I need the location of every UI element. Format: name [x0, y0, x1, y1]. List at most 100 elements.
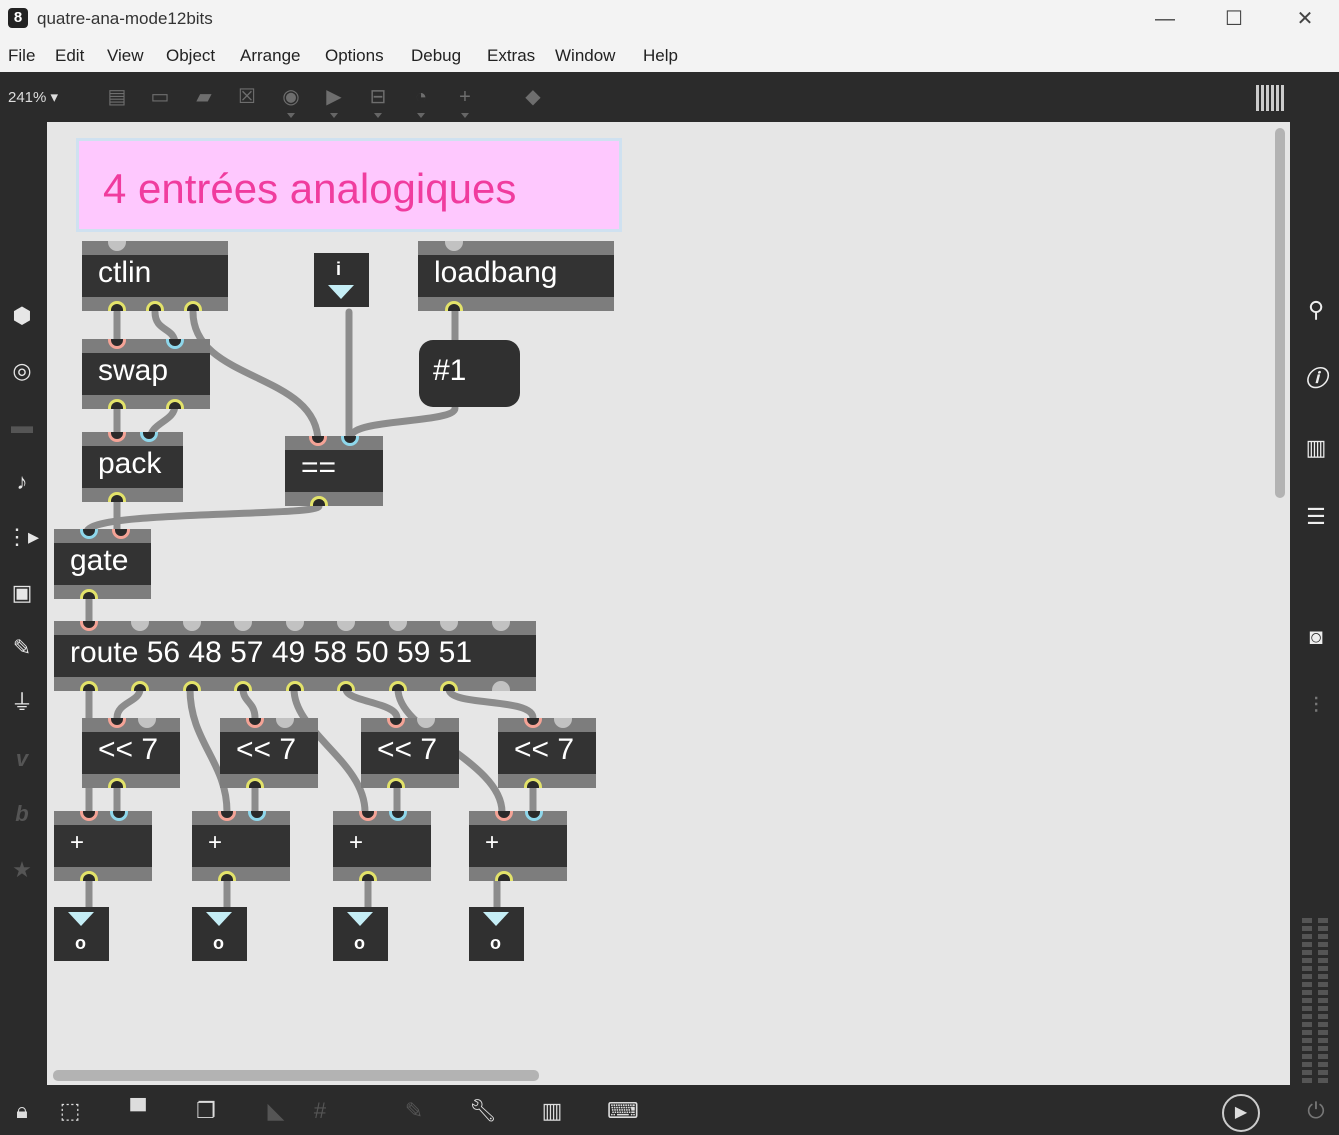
- menu-arrange[interactable]: Arrange: [240, 46, 300, 66]
- search-icon[interactable]: ⚲: [1300, 294, 1332, 326]
- message-box-icon[interactable]: ▭: [147, 84, 173, 110]
- shift-object-2[interactable]: << 7: [220, 718, 318, 788]
- max-app-icon: 8: [8, 8, 28, 28]
- list-icon[interactable]: ☰: [1300, 501, 1332, 533]
- circle-target-icon[interactable]: ◎: [6, 355, 38, 387]
- plug-icon[interactable]: ⏚: [6, 687, 38, 719]
- select-icon[interactable]: ⬚: [56, 1097, 84, 1125]
- button-icon[interactable]: ◉: [278, 84, 304, 110]
- object-box-icon[interactable]: ▤: [104, 84, 130, 110]
- horizontal-scrollbar[interactable]: [53, 1070, 539, 1081]
- star-icon[interactable]: ★: [6, 854, 38, 886]
- shift-label: << 7: [377, 733, 438, 766]
- camera-icon[interactable]: ◙: [1300, 621, 1332, 653]
- message-label: #1: [433, 354, 467, 387]
- menu-view[interactable]: View: [107, 46, 144, 66]
- chevron-down-icon: [287, 113, 295, 118]
- menu-bar: File Edit View Object Arrange Options De…: [0, 40, 1339, 72]
- lock-icon[interactable]: 🔒︎: [8, 1097, 36, 1125]
- swap-object[interactable]: swap: [82, 339, 210, 409]
- paperclip-icon[interactable]: ✎: [6, 632, 38, 664]
- menu-help[interactable]: Help: [643, 46, 678, 66]
- book-icon[interactable]: ▥: [1300, 432, 1332, 464]
- menu-options[interactable]: Options: [325, 46, 384, 66]
- gate-label: gate: [70, 544, 129, 577]
- minimize-button[interactable]: —: [1145, 6, 1185, 32]
- zoom-select[interactable]: 241% ▾: [8, 88, 58, 106]
- route-object[interactable]: route 56 48 57 49 58 50 59 51: [54, 621, 536, 691]
- plus-label: +: [70, 829, 85, 856]
- plus-object-4[interactable]: +: [469, 811, 567, 881]
- number-value: o: [75, 933, 86, 953]
- plus-label: +: [349, 829, 364, 856]
- comment-icon[interactable]: ▰: [191, 84, 217, 110]
- patcher-canvas[interactable]: 4 entrées analogiques ctlin i loadbang #…: [47, 122, 1290, 1085]
- shift-label: << 7: [98, 733, 159, 766]
- dial-icon[interactable]: ◔: [408, 84, 434, 110]
- chevron-down-icon: [417, 113, 425, 118]
- hide-icon[interactable]: ◣: [262, 1097, 290, 1125]
- b-icon[interactable]: b: [6, 798, 38, 830]
- gate-object[interactable]: gate: [54, 529, 151, 599]
- maximize-button[interactable]: ☐: [1214, 6, 1254, 32]
- mixer-icon[interactable]: ⫶: [1300, 690, 1332, 722]
- triangle-icon: [347, 912, 373, 926]
- power-icon[interactable]: ⏻: [1302, 1097, 1330, 1125]
- title-comment[interactable]: 4 entrées analogiques: [76, 138, 622, 232]
- keyboard-icon[interactable]: ⌨: [607, 1097, 639, 1125]
- v-icon[interactable]: v: [6, 743, 38, 775]
- plus-object-2[interactable]: +: [192, 811, 290, 881]
- plus-label: +: [485, 829, 500, 856]
- ctlin-object[interactable]: ctlin: [82, 241, 228, 311]
- swap-label: swap: [98, 354, 169, 387]
- music-note-icon[interactable]: ♪: [6, 466, 38, 498]
- menu-extras[interactable]: Extras: [487, 46, 535, 66]
- add-icon[interactable]: +: [452, 84, 478, 110]
- pack-object[interactable]: pack: [82, 432, 183, 502]
- loadbang-object[interactable]: loadbang: [418, 241, 614, 311]
- menu-object[interactable]: Object: [166, 46, 215, 66]
- grid-view-icon[interactable]: [1256, 85, 1286, 111]
- output-number-box-2[interactable]: o: [192, 907, 247, 961]
- piano-icon[interactable]: ▥: [538, 1097, 566, 1125]
- number-value: o: [490, 933, 501, 953]
- plus-object-3[interactable]: +: [333, 811, 431, 881]
- output-number-box-3[interactable]: o: [333, 907, 388, 961]
- slider-icon[interactable]: ⊟: [365, 84, 391, 110]
- toggle-icon[interactable]: ☒: [234, 84, 260, 110]
- ctlin-label: ctlin: [98, 256, 152, 289]
- plus-object-1[interactable]: +: [54, 811, 152, 881]
- close-button[interactable]: ✕: [1285, 6, 1325, 32]
- playbar-icon[interactable]: ▶: [321, 84, 347, 110]
- attach-icon[interactable]: ✎: [400, 1097, 428, 1125]
- media-icon[interactable]: ▬: [6, 410, 38, 442]
- step-icon[interactable]: ⋮▸: [6, 521, 39, 553]
- level-meter-left: [1302, 918, 1312, 1083]
- paint-icon[interactable]: ◆: [520, 84, 546, 110]
- output-number-box-4[interactable]: o: [469, 907, 524, 961]
- menu-edit[interactable]: Edit: [55, 46, 84, 66]
- shift-object-1[interactable]: << 7: [82, 718, 180, 788]
- shift-label: << 7: [236, 733, 297, 766]
- menu-debug[interactable]: Debug: [411, 46, 461, 66]
- play-icon[interactable]: ▶: [1222, 1094, 1260, 1132]
- info-icon[interactable]: ⓘ: [1300, 363, 1332, 395]
- title-comment-text: 4 entrées analogiques: [103, 165, 517, 212]
- image-icon[interactable]: ▣: [6, 577, 38, 609]
- vertical-scrollbar[interactable]: [1275, 128, 1285, 498]
- shift-object-3[interactable]: << 7: [361, 718, 459, 788]
- menu-file[interactable]: File: [8, 46, 35, 66]
- presentation-icon[interactable]: ▀: [124, 1097, 152, 1125]
- int-number-box[interactable]: i: [314, 253, 369, 307]
- message-box[interactable]: #1: [419, 340, 520, 407]
- grid-icon[interactable]: #: [306, 1097, 334, 1125]
- bottom-toolbar: 🔒︎ ⬚ ▀ ❐ ◣ # ✎ 🔧︎ ▥ ⌨ ▶ ⏻: [0, 1085, 1339, 1135]
- menu-window[interactable]: Window: [555, 46, 615, 66]
- equals-object[interactable]: ==: [285, 436, 383, 506]
- wrench-icon[interactable]: 🔧︎: [469, 1097, 497, 1125]
- windows-icon[interactable]: ❐: [192, 1097, 220, 1125]
- cube-icon[interactable]: ⬢: [6, 300, 38, 332]
- shift-object-4[interactable]: << 7: [498, 718, 596, 788]
- loadbang-label: loadbang: [434, 256, 558, 289]
- output-number-box-1[interactable]: o: [54, 907, 109, 961]
